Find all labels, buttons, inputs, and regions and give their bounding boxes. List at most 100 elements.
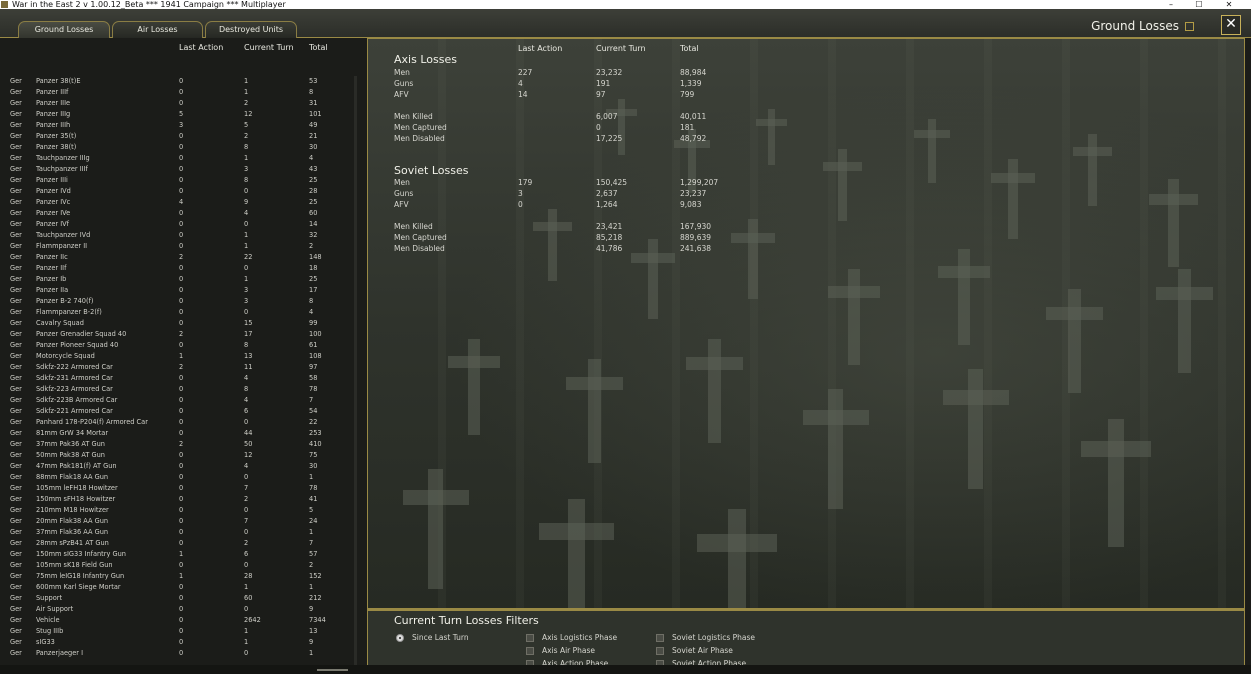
minimize-button[interactable]: – [1164, 0, 1178, 9]
nation-cell: Ger [10, 473, 22, 481]
table-row[interactable]: Ger Panhard 178-P204(f) Armored Car 0 0 22 [0, 417, 356, 428]
table-row[interactable]: Ger Panzer IVf 0 0 14 [0, 219, 356, 230]
nation-cell: Ger [10, 462, 22, 470]
loss-label: Men Disabled [394, 134, 445, 143]
nation-cell: Ger [10, 429, 22, 437]
cross-shape [942, 390, 1009, 405]
table-row[interactable]: Ger Panzer IVe 0 4 60 [0, 208, 356, 219]
table-row[interactable]: Ger Panzer IIf 0 0 18 [0, 263, 356, 274]
table-row[interactable]: Ger Cavalry Squad 0 15 99 [0, 318, 356, 329]
table-row[interactable]: Ger Sdkfz-221 Armored Car 0 6 54 [0, 406, 356, 417]
table-row[interactable]: Ger Flammpanzer II 0 1 2 [0, 241, 356, 252]
nation-cell: Ger [10, 440, 22, 448]
last-action-cell: 0 [179, 396, 184, 404]
table-row[interactable]: Ger Sdkfz-223B Armored Car 0 4 7 [0, 395, 356, 406]
unit-name-cell: 37mm Pak36 AT Gun [36, 440, 105, 448]
table-row[interactable]: Ger Support 0 60 212 [0, 593, 356, 604]
table-row[interactable]: Ger 150mm sFH18 Howitzer 0 2 41 [0, 494, 356, 505]
last-action-cell: 1 [179, 550, 184, 558]
table-row[interactable]: Ger Panzer IIa 0 3 17 [0, 285, 356, 296]
tab-air-losses[interactable]: Air Losses [112, 21, 203, 38]
table-row[interactable]: Ger Sdkfz-222 Armored Car 2 11 97 [0, 362, 356, 373]
cross-shape [428, 469, 443, 589]
scrollbar[interactable] [354, 76, 357, 671]
axis-loss-row: Men Disabled 17,225 48,792 [368, 133, 1244, 144]
table-row[interactable]: Ger Panzer IVd 0 0 28 [0, 186, 356, 197]
checkbox-icon[interactable] [656, 647, 664, 655]
table-row[interactable]: Ger Panzer IIIi 0 8 25 [0, 175, 356, 186]
table-row[interactable]: Ger 210mm M18 Howitzer 0 0 5 [0, 505, 356, 516]
table-row[interactable]: Ger Panzer IIc 2 22 148 [0, 252, 356, 263]
table-row[interactable]: Ger Panzer Ib 0 1 25 [0, 274, 356, 285]
table-row[interactable]: Ger 88mm Flak18 AA Gun 0 0 1 [0, 472, 356, 483]
total-cell: 100 [309, 330, 322, 338]
last-action-cell: 0 [179, 374, 184, 382]
total-cell: 99 [309, 319, 318, 327]
tab-ground-losses[interactable]: Ground Losses [18, 21, 110, 38]
total-cell: 8 [309, 88, 314, 96]
table-row[interactable]: Ger Tauchpanzer IVd 0 1 32 [0, 230, 356, 241]
table-row[interactable]: Ger Panzer IIIf 0 1 8 [0, 87, 356, 98]
table-row[interactable]: Ger Sdkfz-223 Armored Car 0 8 78 [0, 384, 356, 395]
checkbox-icon[interactable] [526, 634, 534, 642]
table-row[interactable]: Ger 81mm GrW 34 Mortar 0 44 253 [0, 428, 356, 439]
table-row[interactable]: Ger Flammpanzer B-2(f) 0 0 4 [0, 307, 356, 318]
axis-losses-title: Axis Losses [394, 53, 457, 66]
table-row[interactable]: Ger 20mm Flak38 AA Gun 0 7 24 [0, 516, 356, 527]
table-row[interactable]: Ger Air Support 0 0 9 [0, 604, 356, 615]
info-box-icon[interactable] [1185, 21, 1194, 31]
table-row[interactable]: Ger 28mm sPzB41 AT Gun 0 2 7 [0, 538, 356, 549]
current-turn-cell: 4 [244, 374, 249, 382]
radio-selected-icon[interactable] [396, 634, 404, 642]
maximize-button[interactable]: ☐ [1192, 0, 1206, 9]
nation-cell: Ger [10, 374, 22, 382]
current-turn-cell: 0 [244, 473, 249, 481]
close-button[interactable]: ✕ [1221, 15, 1241, 35]
table-row[interactable]: Ger Panzer Grenadier Squad 40 2 17 100 [0, 329, 356, 340]
table-row[interactable]: Ger Panzer IIIe 0 2 31 [0, 98, 356, 109]
table-row[interactable]: Ger Panzer 35(t) 0 2 21 [0, 131, 356, 142]
unit-name-cell: Panzer IIIg [36, 110, 71, 118]
table-row[interactable]: Ger Panzer 38(t) 0 8 30 [0, 142, 356, 153]
table-row[interactable]: Ger 75mm leIG18 Infantry Gun 1 28 152 [0, 571, 356, 582]
table-row[interactable]: Ger Sdkfz-231 Armored Car 0 4 58 [0, 373, 356, 384]
col-header-total[interactable]: Total [309, 43, 328, 52]
last-action-cell: 0 [179, 528, 184, 536]
table-row[interactable]: Ger Panzer IIIh 3 5 49 [0, 120, 356, 131]
table-row[interactable]: Ger Panzer IVc 4 9 25 [0, 197, 356, 208]
table-row[interactable]: Ger Tauchpanzer IIIf 0 3 43 [0, 164, 356, 175]
scroll-thumb[interactable] [317, 669, 348, 671]
table-row[interactable]: Ger sIG33 0 1 9 [0, 637, 356, 648]
col-header-current-turn[interactable]: Current Turn [244, 43, 294, 52]
unit-name-cell: Panzer IIIi [36, 176, 68, 184]
table-row[interactable]: Ger 150mm sIG33 Infantry Gun 1 6 57 [0, 549, 356, 560]
table-row[interactable]: Ger Vehicle 0 2642 7344 [0, 615, 356, 626]
last-action-cell: 0 [179, 132, 184, 140]
table-row[interactable]: Ger Panzer Pioneer Squad 40 0 8 61 [0, 340, 356, 351]
table-row[interactable]: Ger 50mm Pak38 AT Gun 0 12 75 [0, 450, 356, 461]
nation-cell: Ger [10, 231, 22, 239]
table-row[interactable]: Ger Tauchpanzer IIIg 0 1 4 [0, 153, 356, 164]
last-action-cell: 0 [179, 583, 184, 591]
table-row[interactable]: Ger 600mm Karl Siege Mortar 0 1 1 [0, 582, 356, 593]
window-close-button[interactable]: ✕ [1222, 0, 1236, 9]
current-turn-cell: 7 [244, 517, 249, 525]
checkbox-icon[interactable] [526, 647, 534, 655]
table-row[interactable]: Ger Motorcycle Squad 1 13 108 [0, 351, 356, 362]
table-row[interactable]: Ger 37mm Pak36 AT Gun 2 50 410 [0, 439, 356, 450]
table-row[interactable]: Ger Panzer 38(t)E 0 1 53 [0, 76, 356, 87]
table-row[interactable]: Ger 105mm sK18 Field Gun 0 0 2 [0, 560, 356, 571]
table-row[interactable]: Ger 37mm Flak36 AA Gun 0 0 1 [0, 527, 356, 538]
table-row[interactable]: Ger Panzer IIIg 5 12 101 [0, 109, 356, 120]
table-row[interactable]: Ger 105mm leFH18 Howitzer 0 7 78 [0, 483, 356, 494]
checkbox-icon[interactable] [656, 634, 664, 642]
table-row[interactable]: Ger Panzer B-2 740(f) 0 3 8 [0, 296, 356, 307]
table-row[interactable]: Ger Stug IIIb 0 1 13 [0, 626, 356, 637]
total-cell: 1 [309, 528, 314, 536]
table-row[interactable]: Ger 47mm Pak181(f) AT Gun 0 4 30 [0, 461, 356, 472]
unit-name-cell: Panzer B-2 740(f) [36, 297, 94, 305]
total-value: 40,011 [680, 112, 707, 121]
col-header-last-action[interactable]: Last Action [179, 43, 223, 52]
table-row[interactable]: Ger Panzerjaeger I 0 0 1 [0, 648, 356, 659]
tab-destroyed-units[interactable]: Destroyed Units [205, 21, 297, 38]
